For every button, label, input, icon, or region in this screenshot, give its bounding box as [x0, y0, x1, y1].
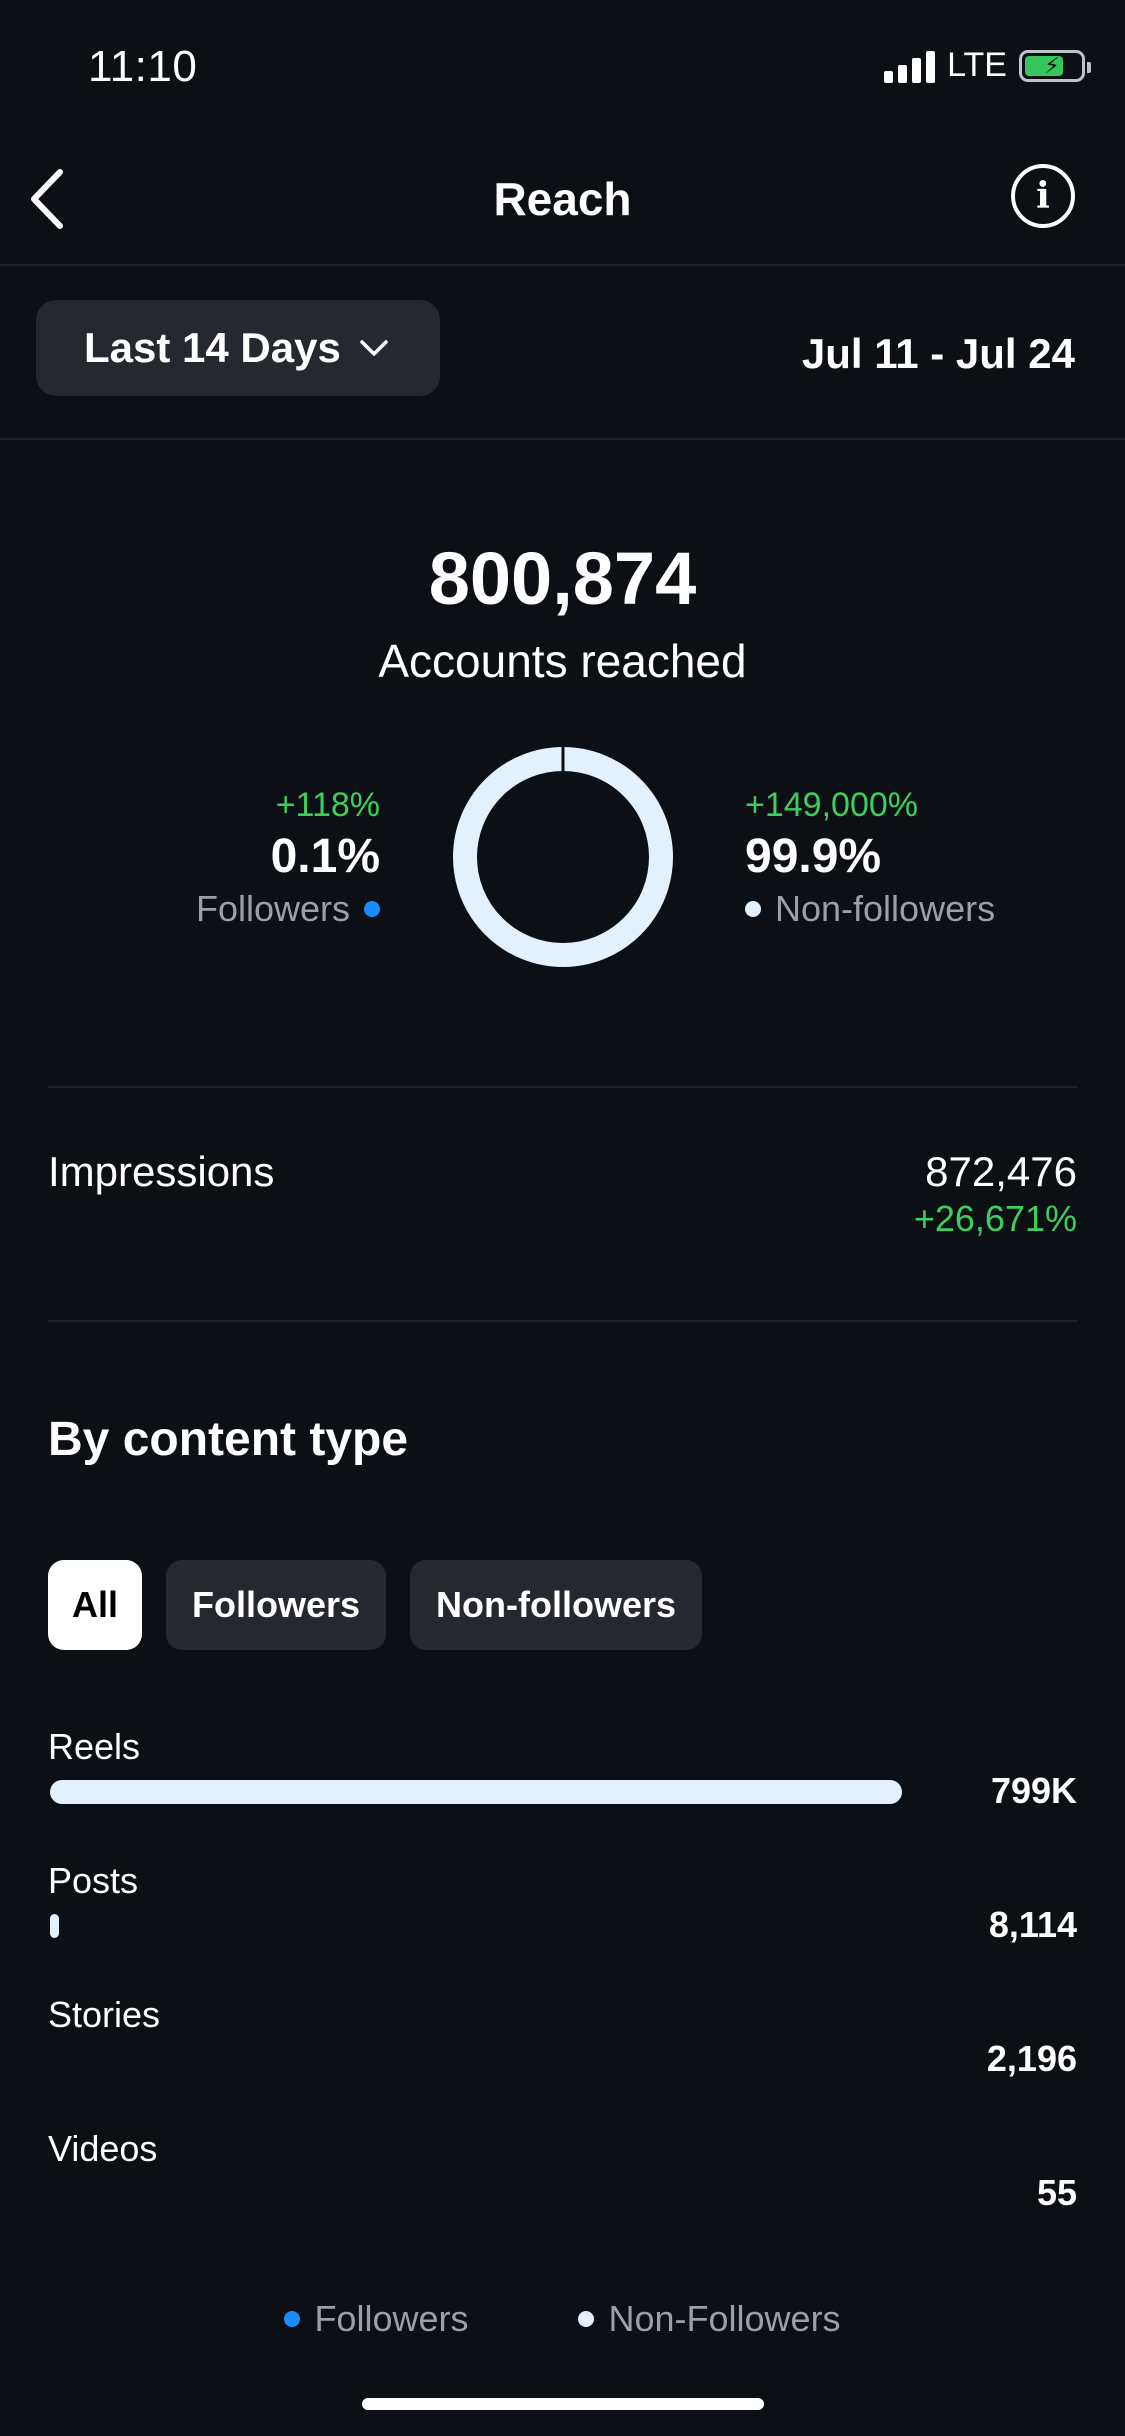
followers-change: +118%	[275, 786, 380, 824]
content-row-label: Reels	[48, 1726, 141, 1767]
info-button[interactable]: i	[1011, 164, 1075, 228]
content-row-value: 8,114	[988, 1904, 1077, 1945]
non-followers-label: Non-followers	[775, 888, 996, 929]
legend-non-followers: Non-Followers	[578, 2298, 841, 2340]
legend-non-followers-label: Non-Followers	[608, 2298, 841, 2339]
section-title: By content type	[48, 1413, 409, 1466]
date-range-dates: Jul 11 - Jul 24	[801, 330, 1075, 377]
content-row-label: Stories	[48, 1994, 161, 2035]
impressions-value: 872,476	[925, 1148, 1077, 1195]
content-row-value: 2,196	[986, 2038, 1077, 2079]
battery-icon: ⚡	[1019, 49, 1091, 82]
status-indicators: LTE ⚡	[884, 46, 1091, 85]
chevron-down-icon	[360, 340, 388, 356]
donut-non-followers-arc	[453, 747, 673, 967]
accounts-reached-count: 800,874	[428, 537, 697, 620]
non-followers-legend: Non-followers	[745, 888, 995, 930]
status-time: 11:10	[88, 42, 198, 91]
content-filter-chips: All Followers Non-followers	[48, 1560, 703, 1650]
content-row-value: 55	[1036, 2172, 1077, 2213]
content-row-label: Posts	[48, 1860, 139, 1901]
network-label: LTE	[947, 46, 1007, 84]
content-row-bar	[50, 2048, 902, 2072]
followers-dot-icon	[364, 901, 380, 917]
reach-donut-chart	[453, 746, 673, 967]
content-row-bar	[50, 2182, 902, 2206]
followers-label: Followers	[195, 888, 350, 929]
impressions-label: Impressions	[48, 1148, 275, 1195]
impressions-divider	[48, 1320, 1077, 1322]
legend-followers-label: Followers	[314, 2298, 469, 2339]
chart-legend: Followers Non-Followers	[0, 2298, 1125, 2340]
non-followers-percent: 99.9%	[745, 830, 882, 883]
legend-followers: Followers	[284, 2298, 468, 2340]
non-followers-dot-icon	[745, 901, 761, 917]
signal-icon	[884, 49, 936, 83]
filter-followers[interactable]: Followers	[166, 1560, 387, 1650]
impressions-change: +26,671%	[913, 1198, 1077, 1239]
home-indicator[interactable]	[362, 2398, 764, 2410]
info-icon: i	[1036, 175, 1050, 217]
range-divider	[0, 438, 1125, 440]
page-title: Reach	[493, 173, 632, 225]
filter-all[interactable]: All	[48, 1560, 142, 1650]
content-row-bar	[50, 1914, 902, 1938]
non-followers-stats: +149,000% 99.9% Non-followers	[745, 786, 995, 930]
bar-fill-posts	[50, 1914, 59, 1938]
date-range-label: Last 14 Days	[84, 324, 341, 371]
followers-percent: 0.1%	[270, 830, 380, 883]
bar-fill-reels	[50, 1780, 902, 1804]
non-followers-change: +149,000%	[745, 786, 918, 824]
header-divider	[0, 264, 1125, 266]
followers-legend: Followers	[196, 888, 380, 930]
content-row-bar	[50, 1780, 902, 1804]
legend-non-followers-dot-icon	[578, 2311, 595, 2327]
followers-stats: +118% 0.1% Followers	[196, 786, 380, 930]
accounts-reached-label: Accounts reached	[378, 635, 747, 687]
legend-followers-dot-icon	[284, 2311, 301, 2327]
content-row-label: Videos	[48, 2128, 158, 2169]
date-range-dropdown[interactable]: Last 14 Days	[36, 300, 440, 396]
filter-non-followers[interactable]: Non-followers	[410, 1560, 703, 1650]
content-row-value: 799K	[990, 1770, 1077, 1811]
summary-divider	[48, 1086, 1077, 1088]
